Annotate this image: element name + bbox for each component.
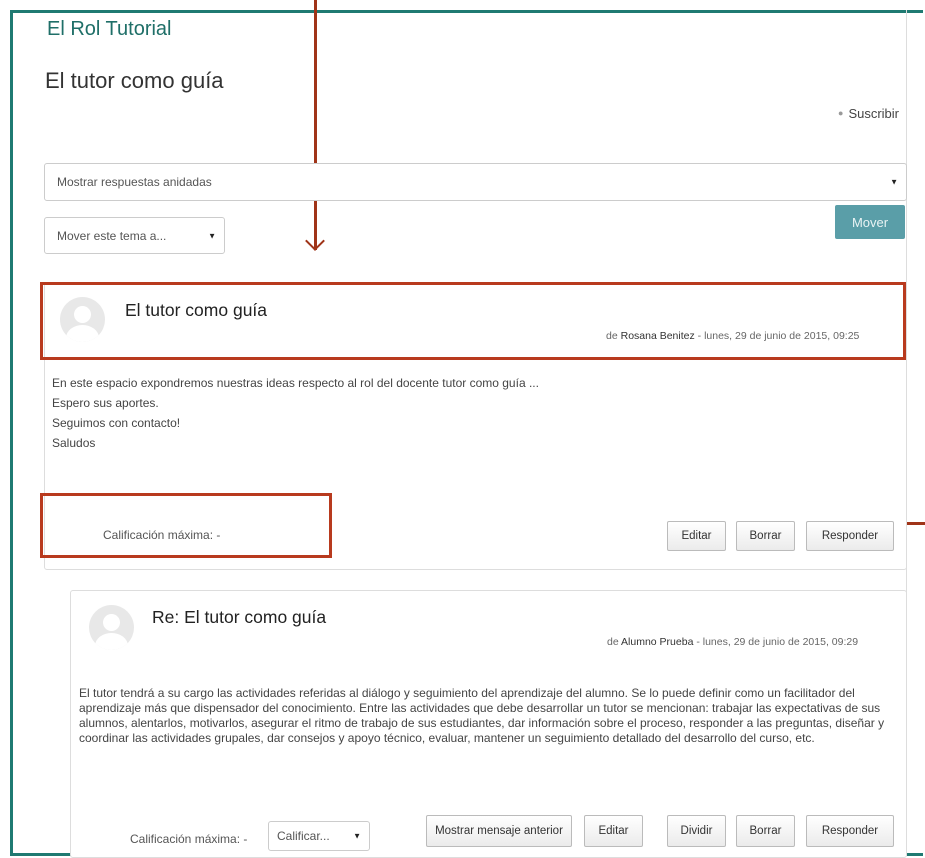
show-parent-button[interactable]: Mostrar mensaje anterior bbox=[426, 815, 572, 847]
post-line: Saludos bbox=[52, 436, 96, 450]
annotation-box-header bbox=[40, 282, 906, 360]
display-mode-value: Mostrar respuestas anidadas bbox=[57, 175, 212, 189]
chevron-down-icon: ▼ bbox=[353, 831, 361, 841]
move-topic-value: Mover este tema a... bbox=[57, 228, 167, 243]
delete-button[interactable]: Borrar bbox=[736, 815, 795, 847]
chevron-down-icon: ▼ bbox=[208, 231, 216, 240]
subscribe-link[interactable]: ● Suscribir bbox=[838, 106, 899, 121]
post-body: En este espacio expondremos nuestras ide… bbox=[52, 373, 539, 453]
chevron-down-icon: ▼ bbox=[890, 177, 898, 187]
post-line: Espero sus aportes. bbox=[52, 396, 159, 410]
avatar[interactable] bbox=[89, 605, 134, 650]
reply-body: El tutor tendrá a su cargo las actividad… bbox=[79, 686, 885, 745]
rate-select[interactable]: Calificar... ▼ bbox=[268, 821, 370, 851]
annotation-arrow-down-line bbox=[314, 0, 317, 250]
subscribe-label: Suscribir bbox=[848, 106, 900, 121]
reply-meta: de Alumno Prueba - lunes, 29 de junio de… bbox=[607, 636, 858, 648]
reply-button[interactable]: Responder bbox=[806, 521, 894, 551]
edit-button[interactable]: Editar bbox=[584, 815, 643, 847]
split-button[interactable]: Dividir bbox=[667, 815, 726, 847]
display-mode-select[interactable]: Mostrar respuestas anidadas ▼ bbox=[44, 163, 907, 201]
reply-by: de bbox=[607, 636, 619, 648]
discussion-title: El tutor como guía bbox=[45, 68, 224, 93]
delete-button[interactable]: Borrar bbox=[736, 521, 795, 551]
reply-date: - lunes, 29 de junio de 2015, 09:29 bbox=[693, 636, 859, 648]
rate-value: Calificar... bbox=[277, 829, 330, 843]
reply-max-grade: Calificación máxima: - bbox=[130, 832, 248, 846]
reply-button[interactable]: Responder bbox=[806, 815, 894, 847]
post-line: Seguimos con contacto! bbox=[52, 416, 181, 430]
move-topic-select[interactable]: Mover este tema a... ▼ bbox=[44, 217, 225, 254]
annotation-box-grade bbox=[40, 493, 332, 558]
move-button[interactable]: Mover bbox=[835, 205, 905, 239]
post-line: En este espacio expondremos nuestras ide… bbox=[52, 376, 539, 390]
reply-subject: Re: El tutor como guía bbox=[152, 607, 327, 627]
edit-button[interactable]: Editar bbox=[667, 521, 726, 551]
course-title[interactable]: El Rol Tutorial bbox=[47, 18, 172, 41]
bullet-icon: ● bbox=[838, 108, 844, 118]
reply-author[interactable]: Alumno Prueba bbox=[621, 636, 693, 648]
